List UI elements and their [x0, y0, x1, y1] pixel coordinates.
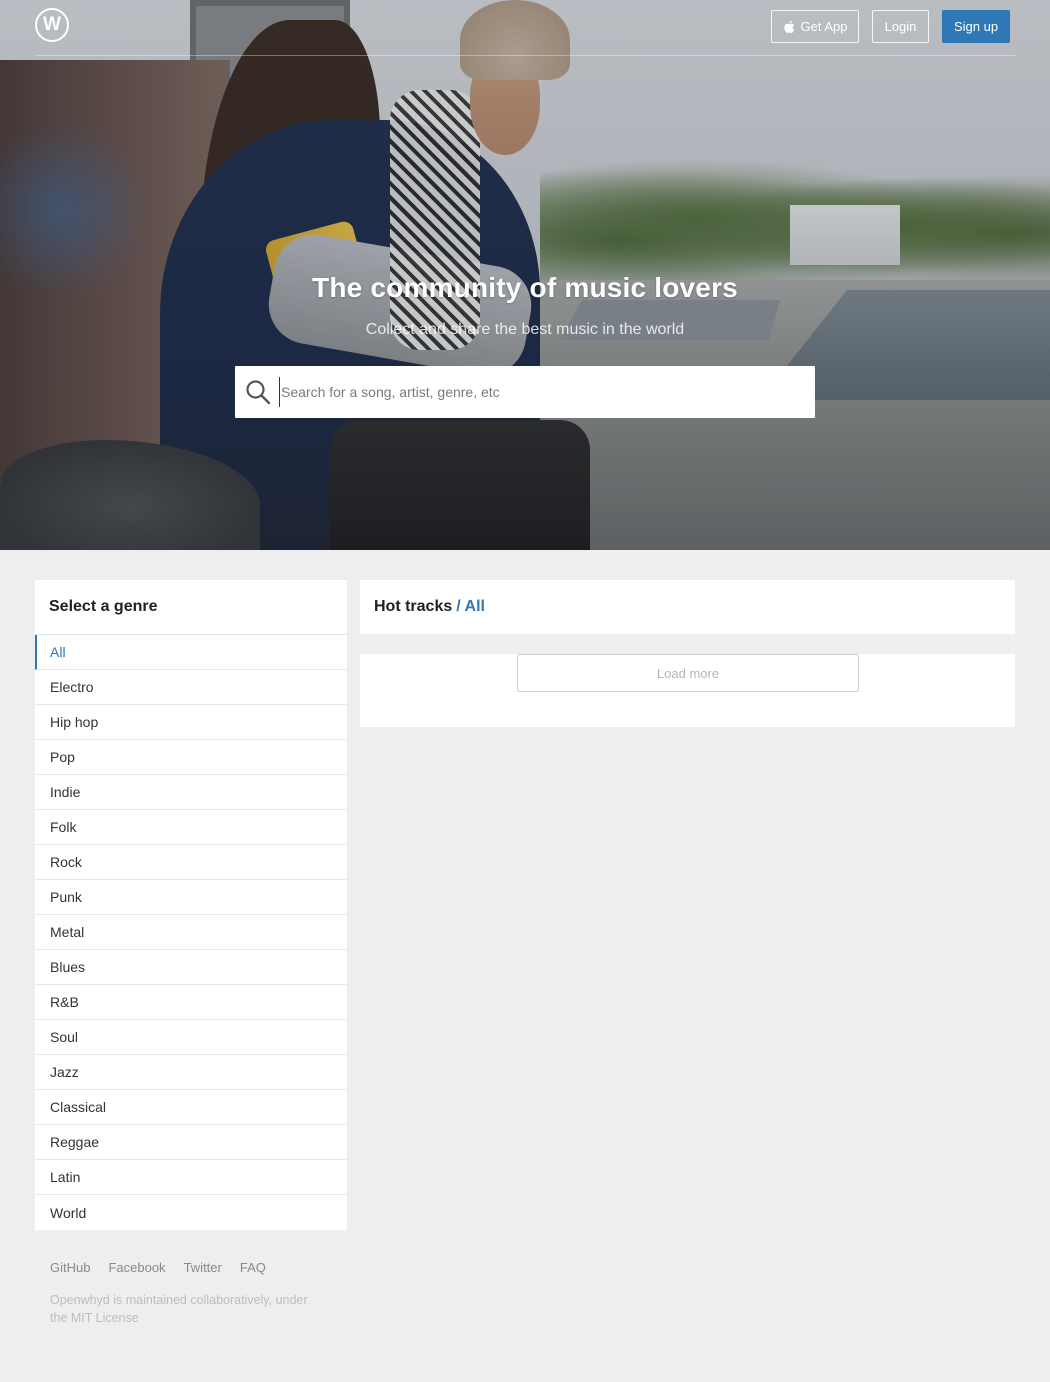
genre-item-folk[interactable]: Folk	[35, 810, 347, 845]
genre-heading: Select a genre	[35, 580, 347, 635]
genre-item-pop[interactable]: Pop	[35, 740, 347, 775]
hero-banner: W Get App Login Sign up The community of…	[0, 0, 1050, 550]
hero-title: The community of music lovers	[312, 272, 738, 303]
hot-tracks-section: Hot tracks / All Load more	[360, 580, 1015, 727]
footer-license-note: Openwhyd is maintained collaboratively, …	[50, 1293, 308, 1325]
logo[interactable]: W	[35, 8, 69, 42]
search-icon	[246, 380, 271, 405]
genre-item-all[interactable]: All	[35, 635, 347, 670]
genre-item-punk[interactable]: Punk	[35, 880, 347, 915]
get-app-button[interactable]: Get App	[771, 10, 859, 43]
footer-link-facebook[interactable]: Facebook	[108, 1260, 165, 1275]
hot-tracks-genre-crumb[interactable]: / All	[456, 598, 485, 616]
genre-item-metal[interactable]: Metal	[35, 915, 347, 950]
hot-tracks-header: Hot tracks / All	[360, 580, 1015, 634]
footer-link-github[interactable]: GitHub	[50, 1260, 90, 1275]
genre-item-indie[interactable]: Indie	[35, 775, 347, 810]
genre-item-soul[interactable]: Soul	[35, 1020, 347, 1055]
genre-item-world[interactable]: World	[35, 1195, 347, 1230]
search-input[interactable]	[279, 377, 815, 407]
search-bar	[235, 366, 815, 418]
footer-link-twitter[interactable]: Twitter	[184, 1260, 222, 1275]
genre-sidebar: Select a genre All Electro Hip hop Pop I…	[35, 580, 347, 1327]
genre-item-classical[interactable]: Classical	[35, 1090, 347, 1125]
genre-item-jazz[interactable]: Jazz	[35, 1055, 347, 1090]
top-navigation: W Get App Login Sign up	[35, 0, 1015, 56]
tracks-panel: Load more	[360, 654, 1015, 727]
footer-link-faq[interactable]: FAQ	[240, 1260, 266, 1275]
load-more-button[interactable]: Load more	[517, 654, 859, 692]
login-button[interactable]: Login	[872, 10, 929, 43]
get-app-label: Get App	[800, 19, 848, 34]
hot-tracks-title: Hot tracks	[374, 598, 453, 615]
genre-item-rock[interactable]: Rock	[35, 845, 347, 880]
genre-item-electro[interactable]: Electro	[35, 670, 347, 705]
genre-item-latin[interactable]: Latin	[35, 1160, 347, 1195]
genre-item-blues[interactable]: Blues	[35, 950, 347, 985]
hero-subtitle: Collect and share the best music in the …	[365, 321, 685, 338]
genre-item-rnb[interactable]: R&B	[35, 985, 347, 1020]
footer-links: GitHub Facebook Twitter FAQ	[35, 1260, 347, 1275]
genre-item-reggae[interactable]: Reggae	[35, 1125, 347, 1160]
genre-list: All Electro Hip hop Pop Indie Folk Rock …	[35, 635, 347, 1230]
apple-icon	[783, 20, 794, 33]
genre-item-hip-hop[interactable]: Hip hop	[35, 705, 347, 740]
signup-button[interactable]: Sign up	[942, 10, 1010, 43]
genre-card: Select a genre All Electro Hip hop Pop I…	[35, 580, 347, 1230]
